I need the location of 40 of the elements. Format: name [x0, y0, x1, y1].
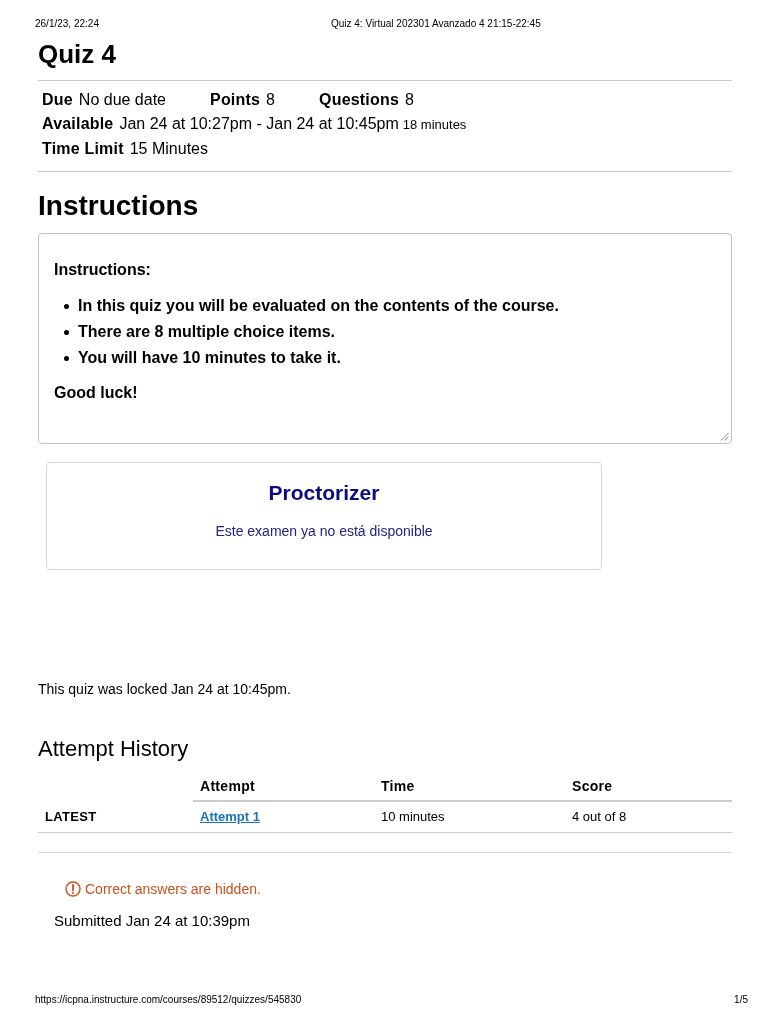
instructions-title: Instructions:	[54, 260, 152, 280]
detail-note: 18 minutes	[402, 116, 467, 134]
detail-label: Available	[42, 114, 114, 134]
print-url: https://icpna.instructure.com/courses/89512/quizzes/545830	[35, 993, 302, 1007]
page-title: Quiz 4	[38, 39, 117, 69]
detail-value: Jan 24 at 10:27pm - Jan 24 at 10:45pm	[119, 114, 399, 134]
page-number: 1/5	[734, 993, 748, 1007]
detail-label: Questions	[319, 90, 400, 110]
detail-value: No due date	[78, 90, 166, 110]
row-label: LATEST	[38, 801, 193, 833]
attempt-link[interactable]: Attempt 1	[200, 809, 260, 824]
bullet-icon	[64, 303, 69, 309]
detail-value: 8	[266, 90, 275, 110]
print-title: Quiz 4: Virtual 202301 Avanzado 4 21:15-22:45	[330, 17, 541, 31]
submitted-text: Submitted Jan 24 at 10:39pm	[54, 912, 251, 930]
print-date: 26/1/23, 22:24	[35, 17, 99, 31]
column-header: Attempt	[193, 772, 374, 801]
table-cell: 10 minutes	[374, 801, 565, 833]
detail-label: Time Limit	[42, 139, 124, 159]
detail-value: 8	[405, 90, 414, 110]
table-cell: 4 out of 8	[565, 801, 732, 833]
proctorizer-title: Proctorizer	[267, 481, 381, 505]
bullet-icon	[64, 355, 69, 361]
lock-notice: This quiz was locked Jan 24 at 10:45pm.	[38, 680, 292, 698]
column-header: Score	[565, 772, 732, 801]
column-header: Time	[374, 772, 565, 801]
instruction-item: You will have 10 minutes to take it.	[78, 348, 341, 368]
detail-label: Due	[42, 90, 73, 110]
resize-handle-icon[interactable]	[720, 432, 729, 441]
proctorizer-message: Este examen ya no está disponible	[214, 522, 434, 540]
detail-label: Points	[210, 90, 261, 110]
warning-text: Correct answers are hidden.	[85, 880, 261, 898]
closing-text: Good luck!	[54, 383, 139, 403]
warning-icon	[65, 881, 81, 897]
section-heading: Instructions	[38, 190, 200, 222]
instruction-item: In this quiz you will be evaluated on the contents of the course.	[78, 296, 559, 316]
section-heading: Attempt History	[38, 736, 190, 762]
instruction-item: There are 8 multiple choice items.	[78, 322, 335, 342]
detail-value: 15 Minutes	[129, 139, 208, 159]
bullet-icon	[64, 329, 69, 335]
